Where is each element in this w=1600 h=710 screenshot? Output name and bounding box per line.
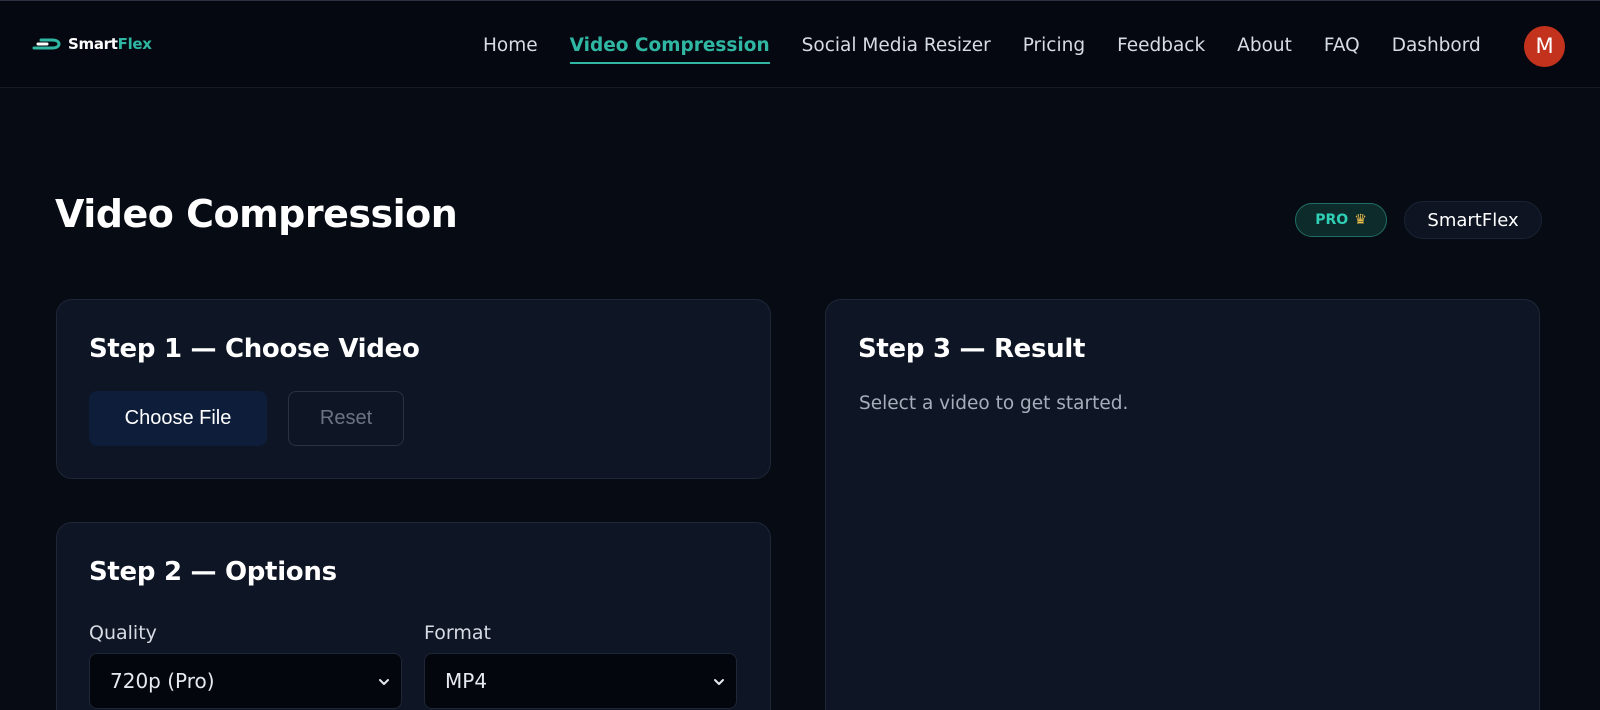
pro-badge: PRO ♛: [1295, 203, 1387, 237]
page-title: Video Compression: [55, 192, 458, 236]
chevron-down-icon: [379, 679, 389, 685]
user-avatar[interactable]: M: [1524, 26, 1565, 67]
nav-home[interactable]: Home: [483, 31, 538, 61]
brand-badge[interactable]: SmartFlex: [1404, 201, 1542, 239]
nav-video-compression[interactable]: Video Compression: [569, 31, 770, 64]
nav-pricing[interactable]: Pricing: [1023, 31, 1085, 61]
crown-icon: ♛: [1354, 212, 1367, 228]
format-select[interactable]: MP4: [424, 653, 737, 709]
logo-mark-icon: [32, 38, 61, 50]
nav-feedback[interactable]: Feedback: [1117, 31, 1205, 61]
reset-button[interactable]: Reset: [288, 391, 404, 446]
nav-faq[interactable]: FAQ: [1324, 31, 1360, 61]
step3-title: Step 3 — Result: [858, 334, 1086, 364]
format-label: Format: [424, 622, 491, 644]
chevron-down-icon: [714, 679, 724, 685]
step1-card: Step 1 — Choose Video Choose File Reset: [56, 299, 771, 479]
format-select-value: MP4: [445, 669, 488, 693]
step2-title: Step 2 — Options: [89, 557, 337, 587]
nav-dashboard[interactable]: Dashbord: [1392, 31, 1481, 61]
quality-select[interactable]: 720p (Pro): [89, 653, 402, 709]
main-nav: Home Video Compression Social Media Resi…: [483, 31, 1513, 64]
logo[interactable]: SmartFlex: [32, 33, 152, 55]
nav-social-media-resizer[interactable]: Social Media Resizer: [802, 31, 991, 61]
nav-about[interactable]: About: [1237, 31, 1292, 61]
choose-file-button[interactable]: Choose File: [89, 391, 267, 446]
result-hint: Select a video to get started.: [859, 393, 1129, 414]
top-navbar: SmartFlex Home Video Compression Social …: [0, 0, 1600, 88]
pro-badge-label: PRO: [1315, 212, 1349, 228]
step3-card: Step 3 — Result Select a video to get st…: [825, 299, 1540, 710]
page: SmartFlex Home Video Compression Social …: [0, 0, 1600, 710]
logo-text: SmartFlex: [68, 35, 152, 53]
quality-select-value: 720p (Pro): [110, 669, 215, 693]
step1-title: Step 1 — Choose Video: [89, 334, 420, 364]
step2-card: Step 2 — Options Quality 720p (Pro) Form…: [56, 522, 771, 710]
quality-label: Quality: [89, 622, 157, 644]
